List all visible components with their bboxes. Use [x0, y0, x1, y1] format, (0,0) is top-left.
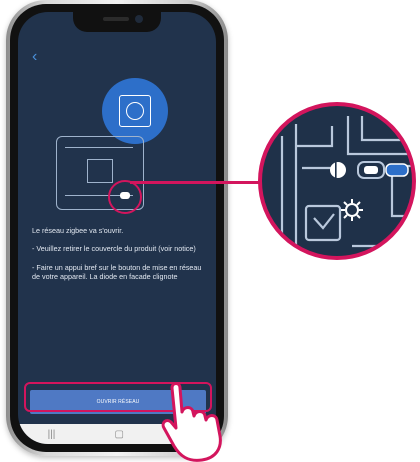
zoom-detail-circle: [258, 102, 416, 260]
back-arrow-icon[interactable]: ‹: [32, 48, 37, 66]
circuit-detail-drawing: [280, 116, 412, 256]
zoom-connector-line: [130, 181, 268, 184]
instructions-text: Le réseau zigbee va s'ouvrir. - Veuillez…: [32, 226, 210, 291]
pointing-hand-icon: [161, 382, 222, 462]
highlight-ring: [108, 180, 142, 214]
instruction-network-opening: Le réseau zigbee va s'ouvrir.: [32, 226, 124, 235]
device-bubble: [102, 78, 168, 144]
device-circle-icon: [126, 102, 144, 120]
phone-notch: [73, 12, 161, 32]
recent-apps-icon[interactable]: |||: [48, 429, 56, 440]
instruction-remove-cover: - Veuillez retirer le couvercle du produ…: [32, 244, 196, 254]
device-illustration: [18, 68, 216, 218]
speaker-grille: [103, 17, 129, 21]
front-camera: [135, 15, 143, 23]
instruction-press-button: - Faire un appui bref sur le bouton de m…: [32, 262, 202, 282]
home-icon[interactable]: ▢: [114, 429, 123, 440]
